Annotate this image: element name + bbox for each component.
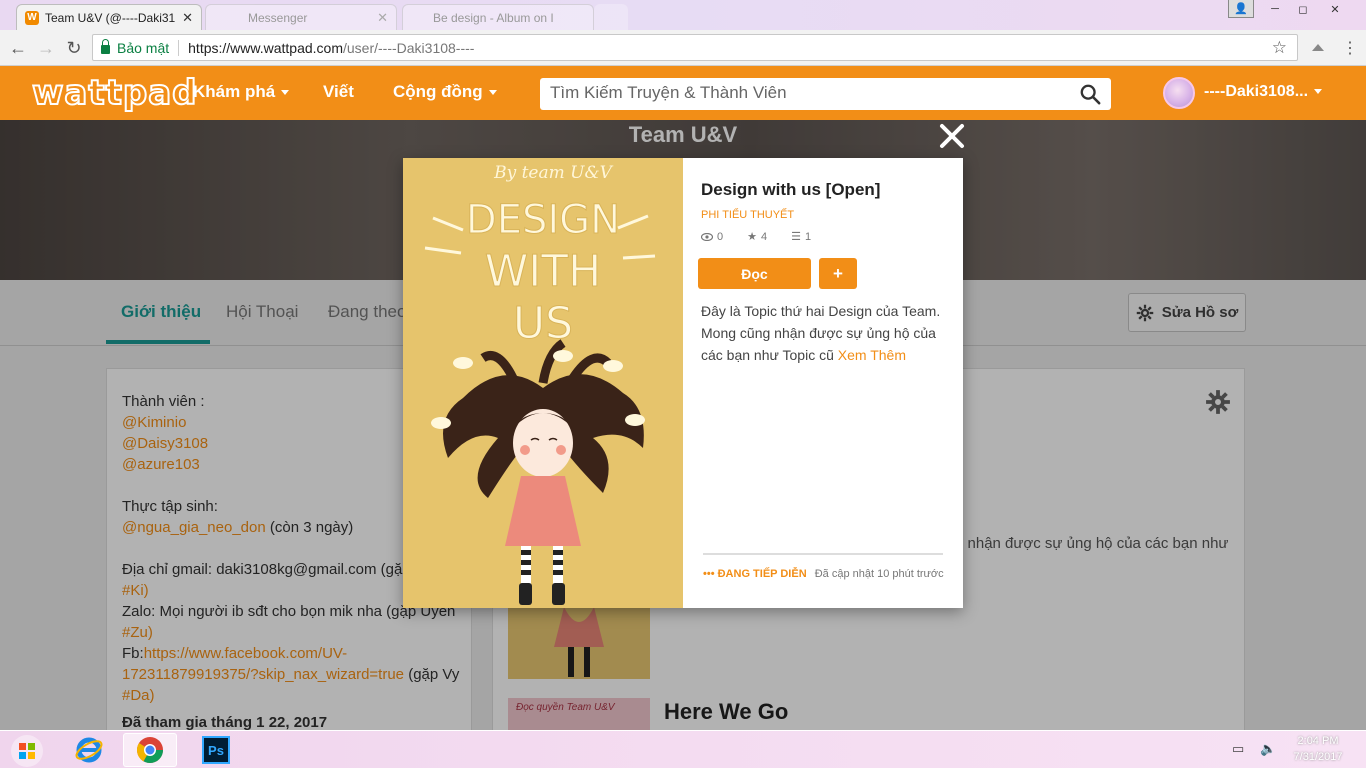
windows-taskbar: Ps ▭ 🔈 2:04 PM 7/31/2017 (0, 730, 1366, 768)
nav-write[interactable]: Viết (323, 82, 354, 102)
url-text[interactable]: https://www.wattpad.com/user/----Daki310… (188, 40, 474, 56)
search-icon[interactable] (1079, 83, 1101, 105)
last-updated: Đã cập nhật 10 phút trước (814, 568, 944, 580)
story-preview-modal: By team U&V DESIGN WITH US Design with u… (403, 158, 963, 608)
chevron-down-icon (488, 90, 497, 96)
back-arrow-icon[interactable]: ← (6, 36, 30, 60)
close-icon[interactable] (938, 122, 966, 150)
tab-title: Messenger (248, 10, 308, 25)
browser-tab-design[interactable]: Be design - Album on I (402, 4, 594, 30)
cover-title: DESIGN (466, 197, 620, 243)
story-cover[interactable]: By team U&V DESIGN WITH US (403, 158, 683, 608)
tab-title: Team U&V (@----Daki31 (45, 10, 176, 25)
wattpad-header: wattpad Khám phá Viết Cộng đồng ----Daki… (0, 66, 1366, 120)
story-stats: 0 ★ 4 ☰ 1 (701, 230, 946, 243)
story-title[interactable]: Design with us [Open] (701, 180, 946, 200)
volume-icon[interactable]: 🔈 (1260, 741, 1276, 757)
system-clock[interactable]: 2:04 PM 7/31/2017 (1288, 733, 1348, 765)
votes-count: 4 (761, 230, 768, 243)
tab-title: Be design - Album on I (433, 10, 554, 25)
browser-tab-strip: W Team U&V (@----Daki31 ✕ Messenger ✕ Be… (0, 0, 1366, 30)
user-avatar[interactable] (1163, 77, 1195, 109)
eye-icon (701, 232, 713, 241)
reload-icon[interactable]: ↻ (62, 36, 86, 60)
address-bar[interactable]: Bảo mật https://www.wattpad.com/user/---… (92, 34, 1298, 61)
internet-explorer-icon[interactable] (62, 733, 116, 767)
search-box (540, 78, 1111, 110)
cover-title: WITH (485, 246, 601, 297)
read-more-link[interactable]: Xem Thêm (838, 347, 906, 363)
story-category[interactable]: Phi Tiểu Thuyết (701, 209, 946, 221)
restore-icon[interactable]: ◻ (1290, 0, 1316, 18)
clock-time: 2:04 PM (1297, 735, 1339, 747)
security-label: Bảo mật (117, 39, 170, 56)
add-to-library-button[interactable]: + (819, 258, 857, 289)
browser-toolbar: ← → ↻ Bảo mật https://www.wattpad.com/us… (0, 30, 1366, 66)
parts-stat: ☰ 1 (791, 230, 823, 244)
status-badge: ••• ĐANG TIẾP DIỄN (703, 568, 807, 580)
chevron-down-icon (281, 90, 290, 96)
browser-tab-messenger[interactable]: Messenger ✕ (205, 4, 397, 30)
chevron-down-icon (1314, 89, 1323, 95)
tab-close-icon[interactable]: ✕ (377, 10, 388, 26)
list-icon: ☰ (791, 231, 801, 243)
window-close-icon[interactable]: ✕ (1322, 0, 1348, 18)
votes-stat: ★ 4 (747, 230, 779, 244)
username-label: ----Daki3108... (1204, 83, 1309, 100)
star-icon: ★ (747, 231, 757, 243)
url-path: /user/----Daki3108---- (342, 39, 475, 56)
security-indicator[interactable]: Bảo mật (93, 39, 170, 56)
minimize-icon[interactable]: ─ (1262, 0, 1288, 18)
profile-icon[interactable]: 👤 (1228, 0, 1254, 18)
reads-count: 0 (717, 230, 724, 243)
cover-title: US (513, 298, 573, 349)
chrome-icon[interactable] (123, 733, 177, 767)
search-input[interactable] (540, 78, 1060, 108)
clock-date: 7/31/2017 (1293, 751, 1343, 763)
url-host: https://www.wattpad.com (188, 39, 343, 56)
forward-arrow-icon[interactable]: → (34, 36, 58, 60)
nav-discover[interactable]: Khám phá (193, 82, 290, 102)
windows-start-icon[interactable] (10, 734, 44, 768)
photoshop-icon[interactable]: Ps (189, 733, 243, 767)
story-info: Design with us [Open] Phi Tiểu Thuyết 0 … (701, 180, 946, 243)
nav-community[interactable]: Cộng đồng (393, 82, 497, 102)
user-menu[interactable]: ----Daki3108... (1204, 83, 1323, 101)
divider (178, 39, 180, 56)
parts-count: 1 (805, 230, 812, 243)
tab-close-icon[interactable]: ✕ (182, 10, 193, 26)
lock-icon (101, 39, 110, 54)
extension-icon[interactable] (1306, 36, 1330, 60)
nav-discover-label: Khám phá (193, 82, 276, 101)
wattpad-logo[interactable]: wattpad (31, 74, 197, 112)
browser-tab-active[interactable]: W Team U&V (@----Daki31 ✕ (16, 4, 202, 30)
wattpad-favicon-icon: W (25, 10, 39, 25)
story-description: Đây là Topic thứ hai Design của Team. Mo… (701, 300, 946, 366)
story-status-footer: ••• ĐANG TIẾP DIỄN Đã cập nhật 10 phút t… (703, 553, 944, 580)
cover-byline: By team U&V (493, 163, 614, 183)
reads-stat: 0 (701, 231, 735, 243)
menu-kebab-icon[interactable]: ⋮ (1338, 36, 1362, 60)
nav-community-label: Cộng đồng (393, 82, 483, 101)
bookmark-star-icon[interactable]: ☆ (1272, 38, 1287, 58)
new-tab-button[interactable] (594, 4, 628, 30)
battery-icon[interactable]: ▭ (1232, 741, 1244, 757)
read-button[interactable]: Đọc (698, 258, 811, 289)
photoshop-label: Ps (202, 736, 230, 764)
cover-illustration: By team U&V DESIGN WITH US (424, 163, 656, 605)
